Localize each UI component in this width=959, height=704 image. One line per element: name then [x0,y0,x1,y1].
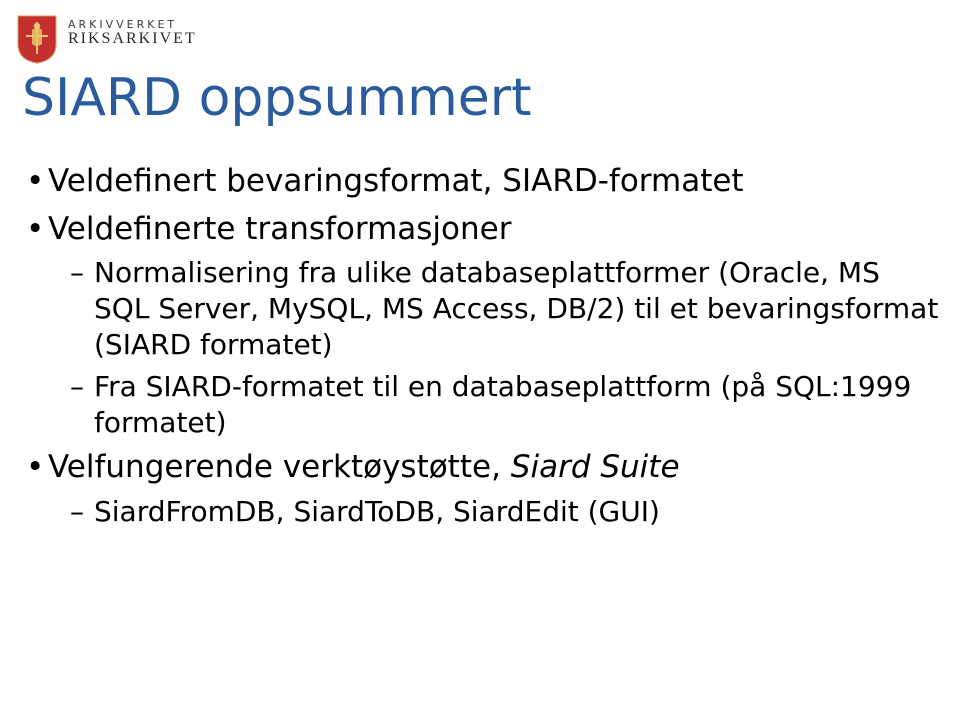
slide-title: SIARD oppsummert [22,68,939,128]
list-item-text: Velfungerende verktøystøtte, [48,449,511,485]
list-item-text: Veldefinerte transformasjoner [48,211,511,247]
list-item-text: SiardFromDB, SiardToDB, SiardEdit (GUI) [94,495,660,528]
list-item: SiardFromDB, SiardToDB, SiardEdit (GUI) [70,494,939,530]
logo-text-line2: RIKSARKIVET [68,30,197,48]
bullet-list: Veldefinert bevaringsformat, SIARD-forma… [22,162,939,530]
list-item-text: Fra SIARD-formatet til en databaseplattf… [94,370,911,439]
sub-bullet-list: Normalisering fra ulike databaseplattfor… [48,255,939,440]
list-item: Normalisering fra ulike databaseplattfor… [70,255,939,362]
list-item: Veldefinert bevaringsformat, SIARD-forma… [22,162,939,202]
sub-bullet-list: SiardFromDB, SiardToDB, SiardEdit (GUI) [48,494,939,530]
list-item: Veldefinerte transformasjoner Normaliser… [22,210,939,441]
list-item-text: Veldefinert bevaringsformat, SIARD-forma… [48,163,744,199]
list-item: Velfungerende verktøystøtte, Siard Suite… [22,448,939,530]
list-item-text: Normalisering fra ulike databaseplattfor… [94,256,938,361]
logo-text: ARKIVVERKET RIKSARKIVET [68,18,197,48]
list-item: Fra SIARD-formatet til en databaseplattf… [70,369,939,441]
list-item-italic: Siard Suite [511,449,680,485]
logo-area: ARKIVVERKET RIKSARKIVET [16,14,197,64]
slide-content: SIARD oppsummert Veldefinert bevaringsfo… [22,68,939,538]
logo-shield-icon [16,14,58,64]
